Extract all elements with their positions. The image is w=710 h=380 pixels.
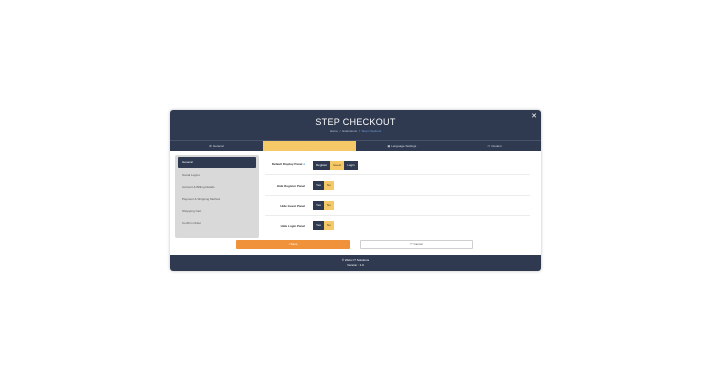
sidebar-item-payment-shipping[interactable]: Payment & Shipping Method bbox=[178, 193, 256, 205]
tab-custom-label: Custom bbox=[491, 144, 502, 148]
option-no-button[interactable]: No bbox=[323, 181, 334, 190]
breadcrumb-separator: / bbox=[358, 129, 360, 133]
company-credit: © Webx IT Solutions bbox=[341, 258, 370, 262]
sidebar-item-general[interactable]: General bbox=[178, 157, 256, 168]
tab-language-settings[interactable]: ▣Language Settings bbox=[356, 141, 449, 151]
option-no-button[interactable]: No bbox=[323, 201, 334, 210]
action-bar: ▪ Save ↶ Cancel bbox=[170, 239, 541, 250]
setting-label: Default Display Panel ● bbox=[265, 162, 305, 166]
setting-label: Hide Register Panel bbox=[276, 184, 305, 188]
cancel-label: Cancel bbox=[413, 242, 423, 246]
option-yes-button[interactable]: Yes bbox=[313, 181, 324, 190]
display-panel-toggle: Register Guest Login bbox=[313, 161, 358, 170]
setting-row-hide-login-panel: Hide Login Panel Yes No bbox=[265, 217, 530, 236]
info-icon[interactable]: ● bbox=[303, 162, 305, 166]
gear-icon: ⚙ bbox=[209, 144, 212, 148]
tab-custom[interactable]: ▭Custom bbox=[448, 141, 541, 151]
hide-guest-toggle: Yes No bbox=[313, 201, 334, 210]
tab-general[interactable]: ⚙General bbox=[170, 141, 263, 151]
tab-settings-label: Settings bbox=[303, 144, 315, 148]
hide-login-toggle: Yes No bbox=[313, 221, 334, 230]
modal-footer: © Webx IT Solutions Version : 1.0 bbox=[170, 255, 541, 271]
option-yes-button[interactable]: Yes bbox=[313, 201, 324, 210]
option-login-button[interactable]: Login bbox=[344, 161, 358, 170]
sidebar-item-social-logins[interactable]: Social Logins bbox=[178, 169, 256, 181]
setting-label-text: Default Display Panel bbox=[271, 162, 303, 166]
modal-header: STEP CHECKOUT Home / Extensions / Step C… bbox=[170, 110, 541, 140]
setting-label: Hide Guest Panel bbox=[280, 204, 305, 208]
option-yes-button[interactable]: Yes bbox=[313, 221, 324, 230]
breadcrumb-current: Step Checkout bbox=[361, 129, 382, 133]
tab-settings[interactable]: Settings bbox=[262, 141, 356, 151]
sidebar-item-confirm-order[interactable]: Confirm Order bbox=[178, 217, 256, 229]
cancel-button[interactable]: ↶ Cancel bbox=[360, 240, 473, 249]
close-icon[interactable]: ✕ bbox=[530, 113, 538, 121]
version-label: Version : 1.0 bbox=[347, 263, 364, 267]
option-no-button[interactable]: No bbox=[323, 221, 334, 230]
settings-sidebar: General Social Logins Account & Billing … bbox=[175, 155, 259, 238]
save-label: Save bbox=[290, 242, 298, 246]
save-button[interactable]: ▪ Save bbox=[236, 240, 350, 249]
sidebar-item-account-billing[interactable]: Account & Billing Details bbox=[178, 181, 256, 193]
setting-label: Hide Login Panel bbox=[280, 224, 305, 228]
step-checkout-modal: STEP CHECKOUT Home / Extensions / Step C… bbox=[170, 110, 541, 271]
setting-row-hide-register-panel: Hide Register Panel Yes No bbox=[265, 177, 530, 196]
tab-bar: ⚙General Settings ▣Language Settings ▭Cu… bbox=[170, 140, 541, 151]
option-register-button[interactable]: Register bbox=[313, 161, 331, 170]
tab-general-label: General bbox=[212, 144, 224, 148]
sidebar-item-shopping-cart[interactable]: Shopping Cart bbox=[178, 205, 256, 217]
setting-row-default-display-panel: Default Display Panel ● Register Guest L… bbox=[265, 156, 530, 175]
breadcrumb-home[interactable]: Home bbox=[330, 129, 338, 133]
breadcrumb-separator: / bbox=[339, 129, 341, 133]
page-title: STEP CHECKOUT bbox=[315, 117, 396, 127]
breadcrumb: Home / Extensions / Step Checkout bbox=[170, 129, 541, 133]
setting-row-hide-guest-panel: Hide Guest Panel Yes No bbox=[265, 197, 530, 216]
breadcrumb-extensions[interactable]: Extensions bbox=[342, 129, 357, 133]
option-guest-button[interactable]: Guest bbox=[330, 161, 345, 170]
tab-language-label: Language Settings bbox=[391, 144, 417, 148]
language-icon: ▣ bbox=[387, 144, 391, 148]
hide-register-toggle: Yes No bbox=[313, 181, 334, 190]
monitor-icon: ▭ bbox=[487, 144, 491, 148]
